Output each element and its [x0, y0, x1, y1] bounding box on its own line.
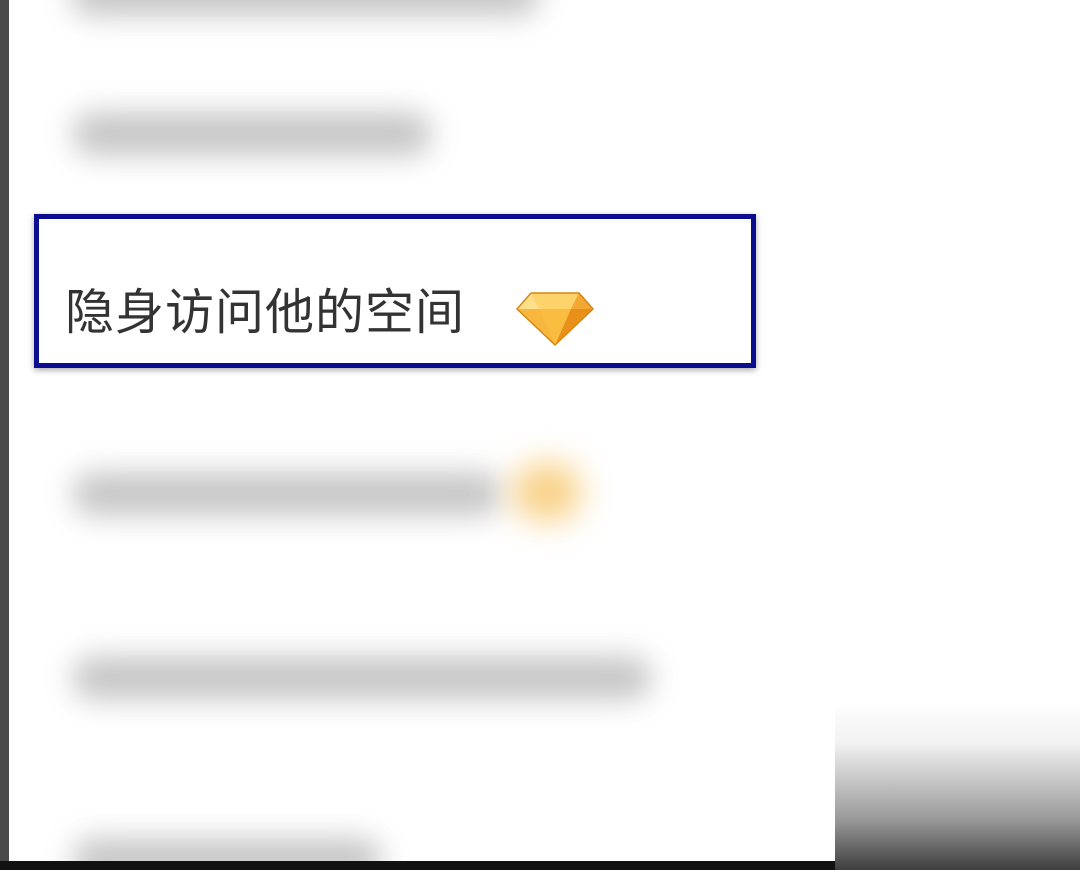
blurred-menu-item[interactable] [72, 472, 502, 516]
vip-diamond-icon [515, 289, 595, 347]
bottom-edge-border [0, 861, 835, 870]
menu-item-label: 隐身访问他的空间 [65, 284, 466, 341]
blurred-menu-item[interactable] [72, 112, 432, 156]
left-edge-border [0, 0, 9, 870]
blurred-menu-item[interactable] [72, 656, 652, 700]
corner-shadow [835, 700, 1080, 870]
blurred-menu-item[interactable] [70, 0, 540, 16]
screen: 隐身访问他的空间 [0, 0, 1080, 870]
highlighted-menu-item[interactable]: 隐身访问他的空间 [34, 214, 756, 368]
blurred-diamond-icon [512, 462, 582, 522]
